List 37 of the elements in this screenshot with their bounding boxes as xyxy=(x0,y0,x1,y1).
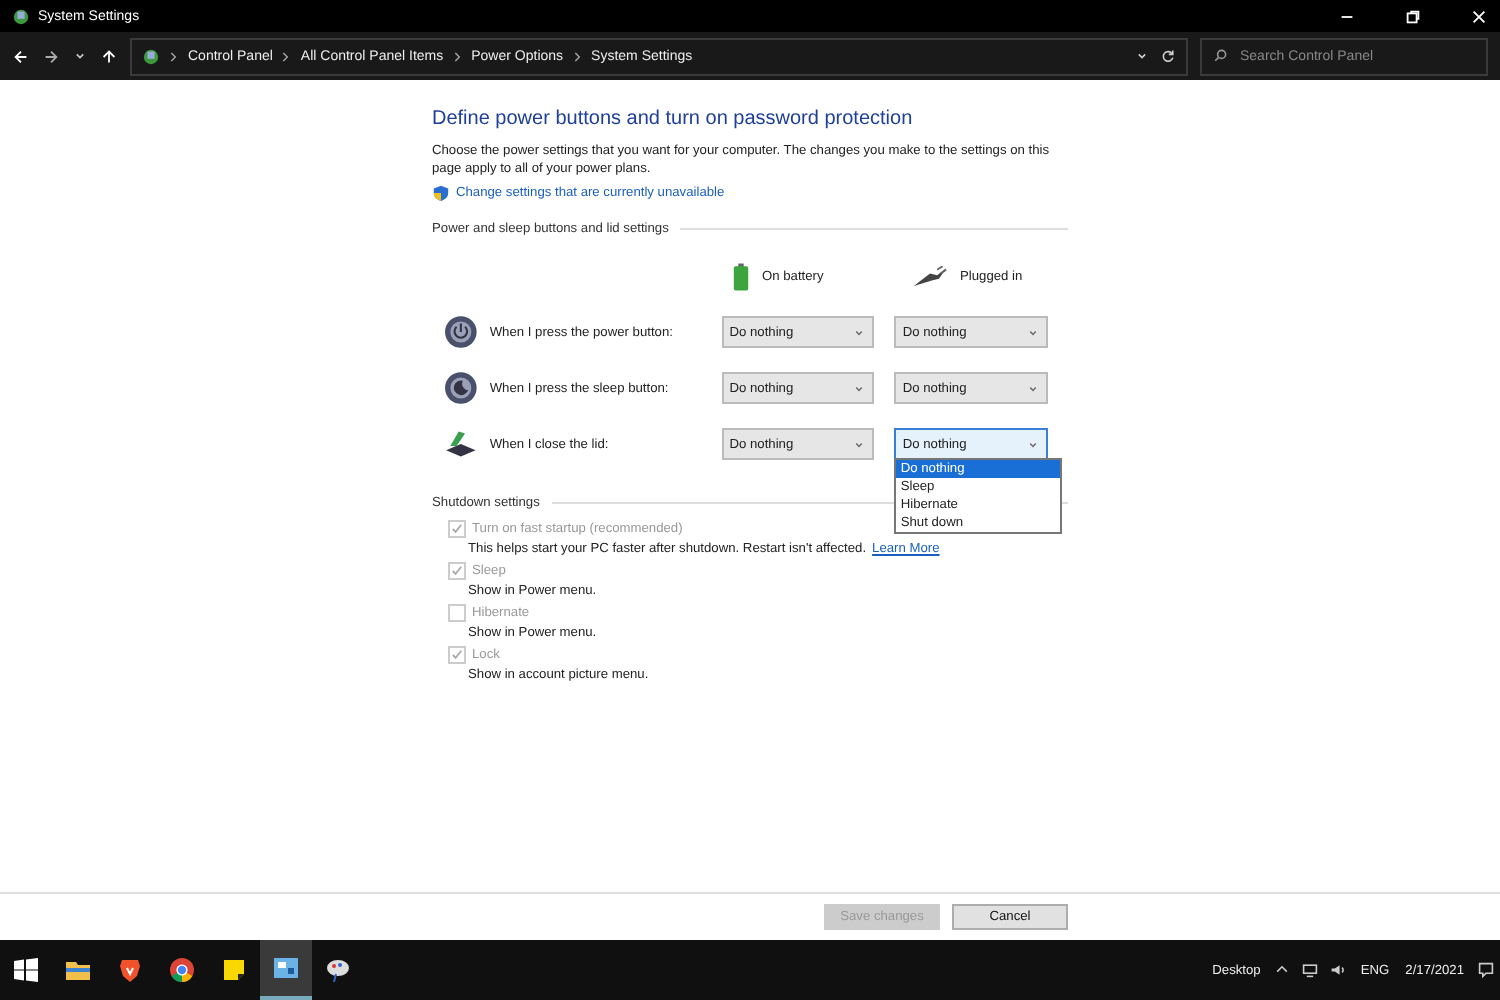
chevron-up-icon[interactable] xyxy=(1274,962,1291,978)
chevron-icon xyxy=(453,49,462,63)
forward-arrow-icon[interactable] xyxy=(42,47,60,65)
control-panel-icon xyxy=(274,956,298,980)
caret-icon xyxy=(852,381,867,395)
sticky-note-icon xyxy=(222,958,246,982)
moon-button-icon xyxy=(444,370,478,406)
back-arrow-icon[interactable] xyxy=(12,47,30,65)
caret-icon[interactable] xyxy=(72,48,88,64)
search-icon xyxy=(1212,48,1228,64)
folder-icon xyxy=(66,958,90,982)
chevron-icon xyxy=(573,49,582,63)
restore-icon[interactable] xyxy=(1404,7,1422,25)
chevron-icon xyxy=(170,49,178,63)
up-arrow-icon[interactable] xyxy=(100,47,118,65)
windows-logo-icon xyxy=(14,958,38,982)
control-panel-icon xyxy=(142,47,160,65)
refresh-icon[interactable] xyxy=(1160,48,1176,64)
notification-icon[interactable] xyxy=(1478,962,1494,978)
caret-icon xyxy=(1026,325,1040,339)
close-icon[interactable] xyxy=(1470,7,1488,25)
caret-icon[interactable] xyxy=(1134,48,1150,64)
battery-icon xyxy=(732,261,750,291)
plug-icon xyxy=(912,265,948,287)
shield-icon xyxy=(432,184,450,202)
power-button-icon xyxy=(444,314,478,350)
control-panel-icon xyxy=(12,7,30,25)
caret-icon xyxy=(1026,437,1040,451)
browser-icon xyxy=(170,958,194,982)
laptop-icon xyxy=(444,426,478,462)
speaker-icon[interactable] xyxy=(1330,962,1347,978)
caret-icon xyxy=(852,437,867,451)
page-heading: Define power buttons and turn on password protection xyxy=(432,108,915,130)
paint-palette-icon xyxy=(326,958,350,982)
caret-icon xyxy=(1026,381,1040,395)
chevron-icon xyxy=(282,49,291,63)
caret-icon xyxy=(852,325,867,339)
